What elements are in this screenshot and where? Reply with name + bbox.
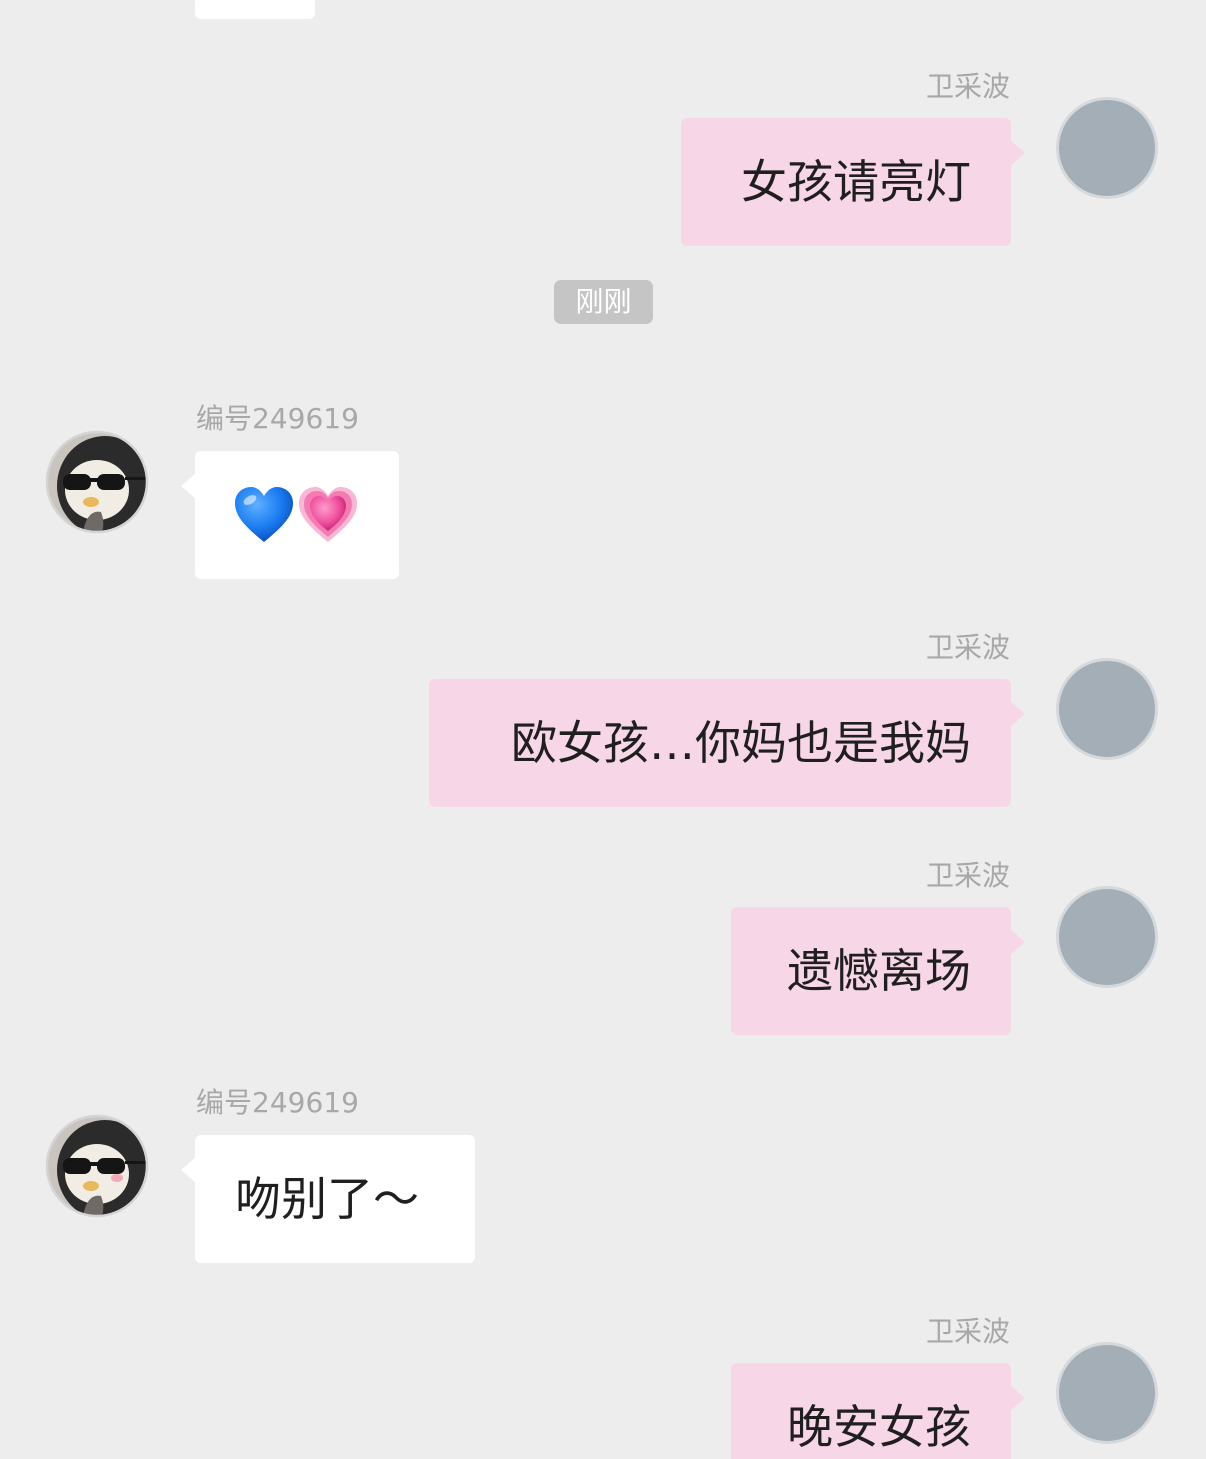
message-text: 吻别了～ <box>235 1172 419 1226</box>
message-bubble[interactable]: 晚安女孩 <box>731 1363 1025 1459</box>
message-bubble[interactable]: 女孩请亮灯 <box>681 118 1025 246</box>
growing-pink-heart-icon <box>299 487 357 542</box>
sender-name: 卫采波 <box>925 859 1010 892</box>
sender-name: 编号249619 <box>196 402 359 435</box>
message-bubble[interactable] <box>181 451 399 579</box>
message-bubble[interactable]: 遗憾离场 <box>731 907 1025 1035</box>
timestamp-badge: 刚刚 <box>554 280 653 324</box>
avatar[interactable] <box>45 1114 149 1218</box>
avatar[interactable] <box>45 430 149 534</box>
penguin-sunglasses-avatar-icon <box>45 1114 149 1218</box>
message-text: 晚安女孩 <box>787 1400 971 1454</box>
message-bubble[interactable]: 吻别了～ <box>181 1135 475 1263</box>
avatar[interactable] <box>1056 97 1158 199</box>
blue-heart-icon <box>235 487 293 542</box>
message-bubble[interactable]: 欧女孩…你妈也是我妈 <box>429 679 1025 807</box>
avatar[interactable] <box>1056 658 1158 760</box>
chat-screen: 卫采波 女孩请亮灯 刚刚 编号249619 卫采波 欧女孩…你妈也是我妈 卫采波… <box>0 0 1206 1459</box>
avatar[interactable] <box>1056 1342 1158 1444</box>
sender-name: 卫采波 <box>925 1315 1010 1348</box>
sender-name: 编号249619 <box>196 1086 359 1119</box>
message-text: 遗憾离场 <box>787 944 971 998</box>
sender-name: 卫采波 <box>925 70 1010 103</box>
sender-name: 卫采波 <box>925 631 1010 664</box>
message-text: 女孩请亮灯 <box>741 155 971 209</box>
previous-message-bubble[interactable] <box>195 0 315 19</box>
message-text: 欧女孩…你妈也是我妈 <box>511 716 971 770</box>
penguin-sunglasses-avatar-icon <box>45 430 149 534</box>
avatar[interactable] <box>1056 886 1158 988</box>
